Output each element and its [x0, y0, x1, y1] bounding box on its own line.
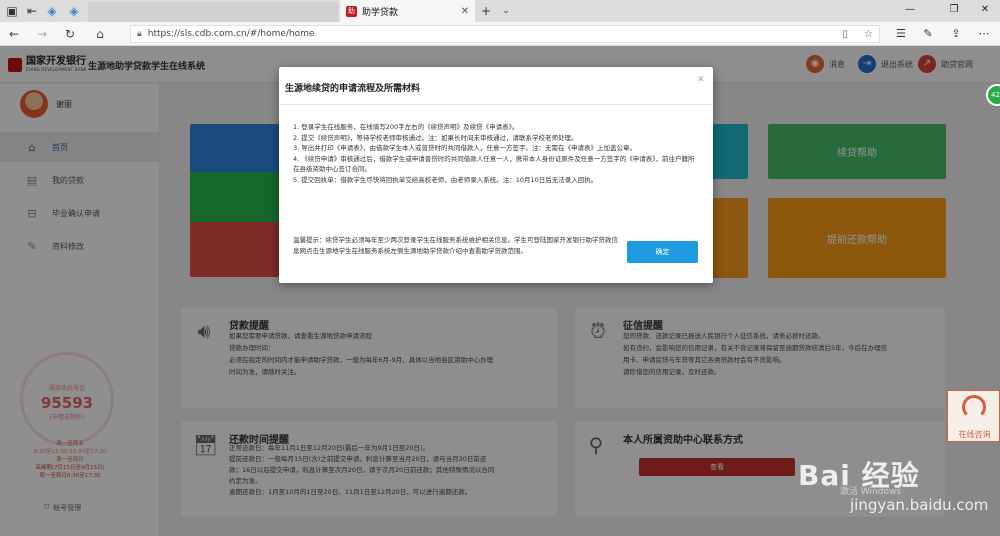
maximize-icon[interactable]: ❐: [944, 2, 964, 18]
back-tabs-icon[interactable]: ⇤: [24, 3, 40, 19]
dialog-tip: 温馨提示：续贷学生必须每年至少两次登录学生在线服务系统维护相关信息。学生可登陆国…: [293, 236, 618, 255]
tab-icon[interactable]: ◈: [66, 3, 82, 19]
step-item: 3. 导出并打印《申请表》，由借款学生本人或普贷时的共同借款人，任意一方签字。注…: [293, 144, 637, 152]
minimize-icon[interactable]: —: [900, 2, 920, 18]
favorite-star-icon[interactable]: ☆: [864, 29, 873, 40]
pen-icon[interactable]: ✎: [920, 27, 936, 41]
dialog-title: 生源地续贷的申请流程及所需材料: [285, 84, 421, 94]
renewal-process-dialog: 生源地续贷的申请流程及所需材料 ✕ 1. 登录学生在线服务，在线填写200字左右…: [279, 67, 713, 283]
favorites-hub-icon[interactable]: ☰: [893, 27, 909, 41]
online-consult-button[interactable]: 在线咨询: [947, 390, 1000, 442]
step-item: 5. 提交回执单：借款学生尽快将回执单交给高校老师，由老师录入系统。注：10月1…: [293, 175, 598, 184]
address-bar-row: ← → ↻ ⌂ 🔒︎ https://sls.cdb.com.cn/#/home…: [0, 22, 1000, 46]
browser-tab-bar: ▣ ⇤ ◈ ◈ 助 助学贷款 ✕ + ⌄ — ❐ ✕: [0, 0, 1000, 22]
confirm-button[interactable]: 确定: [627, 241, 698, 263]
refresh-icon[interactable]: ↻: [62, 26, 78, 42]
tab-active[interactable]: 助 助学贷款 ✕: [340, 0, 475, 22]
step-item: 1. 登录学生在线服务，在线填写200字左右的《续贷声明》及续贷《申请表》。: [293, 123, 519, 131]
more-icon[interactable]: ⋯: [976, 27, 992, 41]
watermark-url: jingyan.baidu.com: [850, 496, 989, 514]
back-arrow-icon[interactable]: ←: [6, 26, 22, 42]
close-icon[interactable]: ✕: [697, 75, 705, 85]
forward-arrow-icon[interactable]: →: [34, 26, 50, 42]
divider: [279, 104, 713, 105]
tab-icon[interactable]: ◈: [44, 3, 60, 19]
headset-icon: [962, 395, 986, 419]
dialog-steps: 1. 登录学生在线服务，在线填写200字左右的《续贷声明》及续贷《申请表》。 2…: [293, 122, 701, 185]
new-tab-icon[interactable]: +: [478, 3, 494, 19]
lock-icon: 🔒︎: [137, 29, 142, 39]
home-icon[interactable]: ⌂: [92, 26, 108, 42]
favicon-icon: 助: [346, 5, 357, 17]
tab-title: 助学贷款: [362, 7, 399, 18]
window-menu-icon[interactable]: ▣: [4, 3, 20, 19]
blurred-tabs: [88, 2, 338, 22]
share-icon[interactable]: ⇪: [948, 27, 964, 41]
step-item: 4. 《续贷申请》审核通过后，借款学生或申请普贷时的共同借款人任意一人，携带本人…: [293, 154, 695, 174]
close-window-icon[interactable]: ✕: [975, 2, 995, 18]
url-field[interactable]: 🔒︎ https://sls.cdb.com.cn/#/home/home ▯ …: [130, 25, 880, 43]
close-icon[interactable]: ✕: [461, 6, 469, 17]
step-item: 2. 提交《续贷声明》，等待学校老师审核通过。注：如果长时间未审核通过，请联系学…: [293, 133, 578, 142]
reading-view-icon[interactable]: ▯: [843, 29, 849, 40]
url-text: https://sls.cdb.com.cn/#/home/home: [147, 29, 315, 39]
chevron-down-icon[interactable]: ⌄: [498, 3, 514, 19]
